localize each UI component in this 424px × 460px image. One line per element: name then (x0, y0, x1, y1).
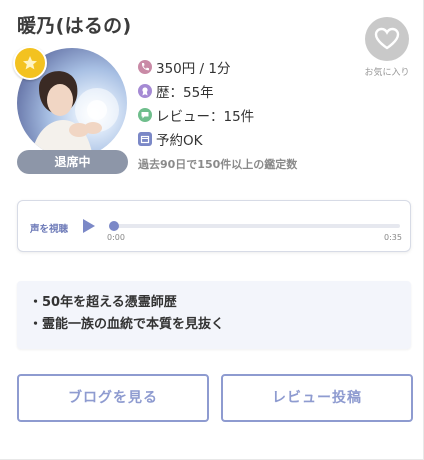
progress-track[interactable] (113, 224, 400, 228)
avatar-container (13, 46, 127, 158)
time-current: 0:00 (107, 233, 125, 242)
time-duration: 0:35 (384, 233, 402, 242)
rank-badge (13, 46, 47, 80)
chat-icon (138, 108, 152, 122)
reviews-text: レビュー：15件 (156, 109, 255, 125)
post-review-button[interactable]: レビュー投稿 (221, 374, 413, 422)
calendar-icon (138, 132, 152, 146)
reviews-row: レビュー：15件 (138, 104, 254, 126)
voice-player: 声を視聴 0:00 0:35 (17, 200, 411, 252)
consultation-count-note: 過去90日で150件以上の鑑定数 (138, 158, 298, 171)
price-row: 350円 / 1分 (138, 56, 254, 78)
voice-sample-label: 声を視聴 (30, 224, 69, 235)
price-text: 350円 / 1分 (156, 61, 231, 77)
star-icon (23, 56, 37, 70)
view-blog-button[interactable]: ブログを見る (17, 374, 209, 422)
medal-icon (138, 84, 152, 98)
favorite-label: お気に入り (364, 68, 410, 78)
heart-icon (374, 27, 400, 50)
feature-item: ・50年を超える憑霊師歴 (29, 295, 177, 310)
play-icon[interactable] (82, 218, 96, 234)
fortune-teller-card: 暖乃(はるの) お気に入り 退席中 350円 / 1分 歴：55年 レビュー：1… (0, 0, 424, 460)
reservation-text: 予約OK (156, 133, 203, 149)
reservation-row: 予約OK (138, 128, 254, 150)
info-list: 350円 / 1分 歴：55年 レビュー：15件 予約OK (138, 56, 254, 152)
status-badge: 退席中 (17, 150, 128, 174)
feature-box: ・50年を超える憑霊師歴 ・霊能一族の血統で本質を見抜く (17, 281, 411, 349)
teller-name: 暖乃(はるの) (17, 15, 132, 37)
career-text: 歴：55年 (156, 85, 214, 101)
phone-icon (138, 60, 152, 74)
favorite-button[interactable]: お気に入り (361, 17, 413, 78)
career-row: 歴：55年 (138, 80, 254, 102)
favorite-circle[interactable] (365, 17, 409, 61)
progress-thumb[interactable] (109, 221, 119, 231)
feature-item: ・霊能一族の血統で本質を見抜く (29, 317, 225, 332)
